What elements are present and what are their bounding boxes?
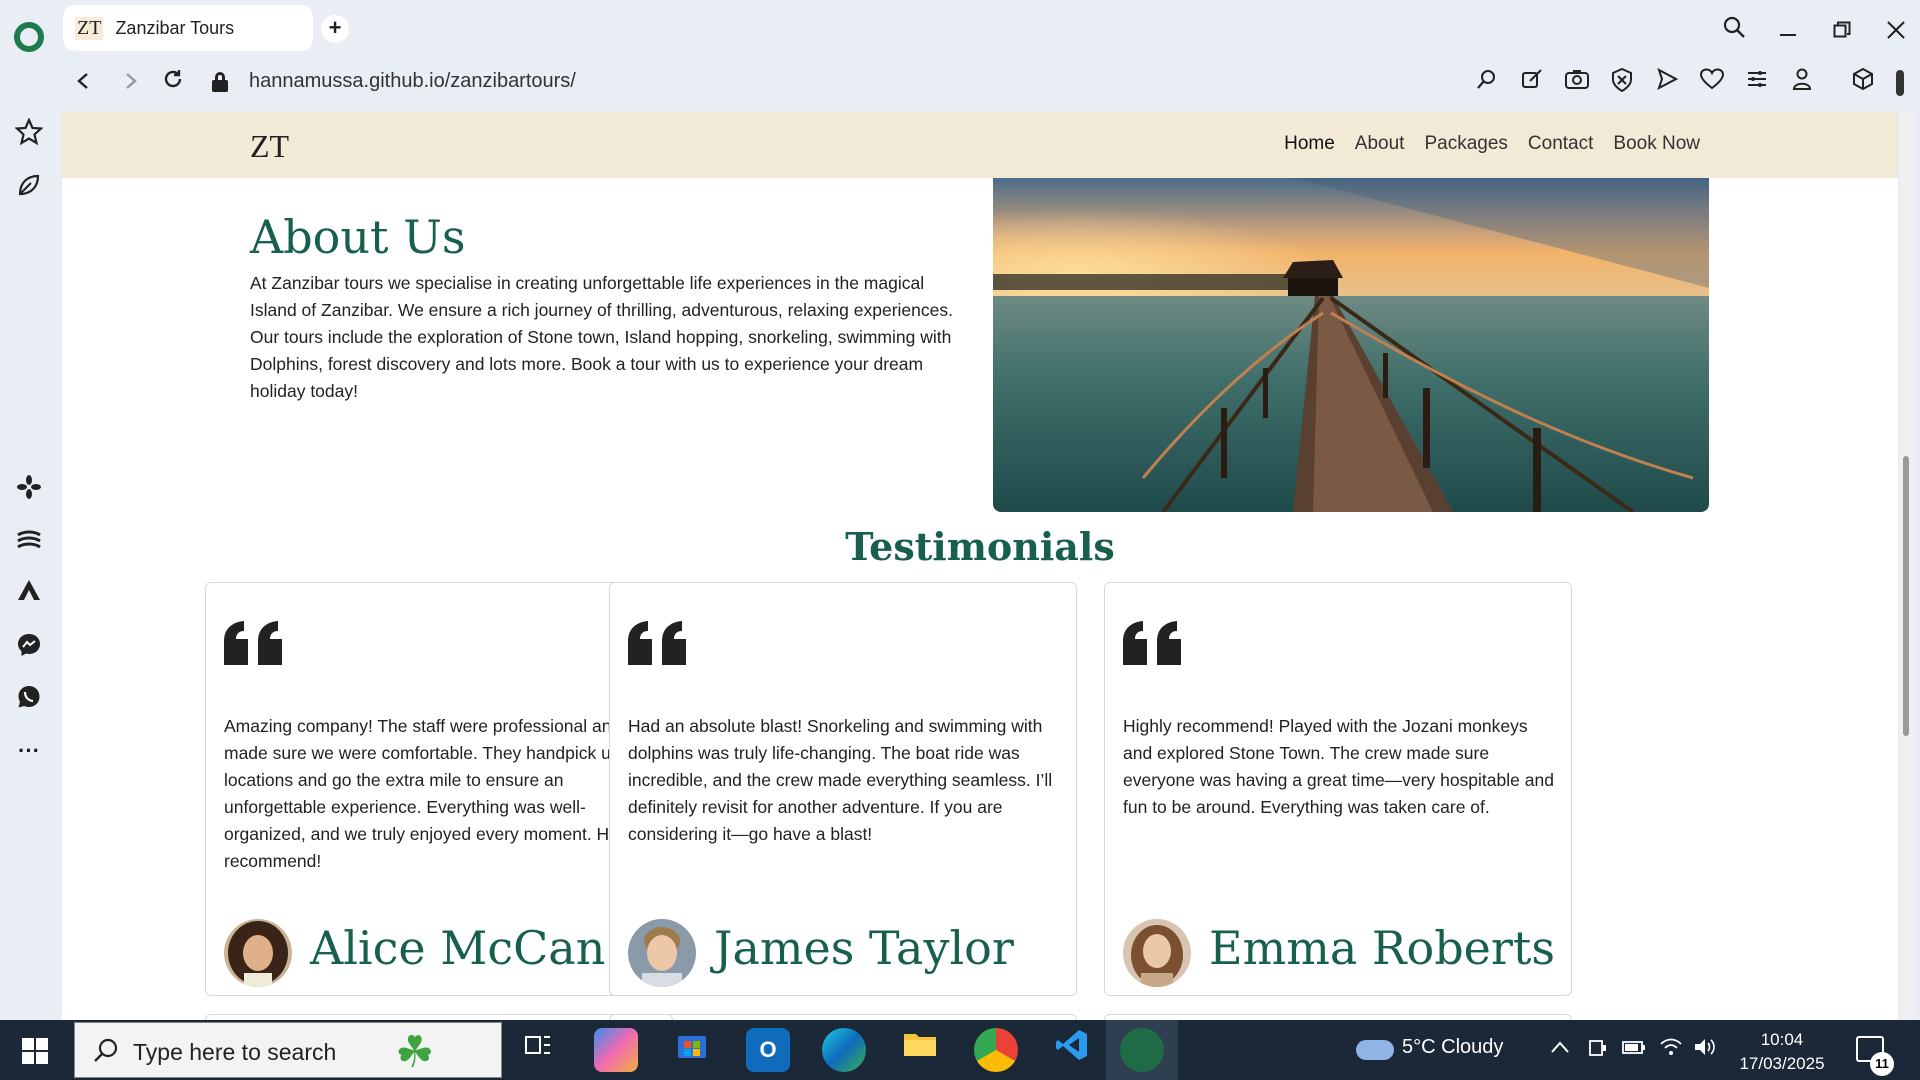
back-icon[interactable] [66, 66, 100, 100]
site-brand[interactable]: ZT [250, 128, 289, 165]
testimonial-text: Amazing company! The staff were professi… [224, 716, 654, 871]
browser-tab[interactable]: ZT Zanzibar Tours [63, 5, 313, 51]
share-icon[interactable] [1517, 68, 1547, 98]
nav-home[interactable]: Home [1284, 133, 1335, 155]
apps-icon[interactable] [12, 474, 46, 508]
vscode-icon[interactable] [1050, 1028, 1094, 1072]
site-navbar: ZT Home About Packages Contact Book Now [62, 112, 1898, 178]
battery-icon[interactable] [1622, 1038, 1646, 1061]
testimonial-name: James Taylor [714, 921, 1014, 975]
about-title: About Us [250, 210, 466, 264]
web-page: ZT Home About Packages Contact Book Now … [62, 112, 1898, 1020]
search-icon [93, 1037, 119, 1070]
extensions-icon[interactable] [1848, 67, 1878, 98]
opera-icon[interactable] [1120, 1028, 1164, 1072]
aria-ai-icon[interactable] [12, 578, 46, 612]
messenger-icon[interactable] [12, 632, 46, 666]
meet-now-icon[interactable] [1588, 1038, 1608, 1063]
about-text: At Zanzibar tours we specialise in creat… [250, 273, 953, 401]
tab-favicon: ZT [75, 16, 104, 40]
store-icon[interactable] [670, 1028, 714, 1072]
search-placeholder: Type here to search [133, 1039, 337, 1065]
pinboard-icon[interactable] [12, 117, 46, 152]
quote-icon [1123, 621, 1195, 675]
cloud-icon [1356, 1040, 1394, 1060]
aria-icon[interactable] [12, 172, 46, 206]
wifi-icon[interactable] [1660, 1038, 1682, 1061]
close-icon[interactable] [1876, 14, 1916, 50]
hero-pier-image [993, 178, 1709, 512]
clock-time: 10:04 [1760, 1030, 1804, 1049]
shamrock-icon: ☘ [395, 1028, 435, 1077]
nav-contact[interactable]: Contact [1528, 133, 1593, 155]
edge-icon[interactable] [822, 1028, 866, 1072]
account-icon[interactable] [1787, 68, 1817, 98]
easy-setup-icon[interactable] [1742, 68, 1772, 98]
nav-about[interactable]: About [1355, 133, 1405, 155]
avatar-alice [224, 919, 292, 987]
testimonial-name: Emma Roberts [1209, 921, 1555, 975]
testimonials-title: Testimonials [845, 524, 1115, 569]
avatar-emma [1123, 919, 1191, 987]
tab-title: Zanzibar Tours [115, 17, 235, 38]
clock-date: 17/03/2025 [1739, 1054, 1825, 1073]
more-icon[interactable]: ··· [12, 734, 46, 768]
browser-sidebar: ··· [0, 112, 62, 1020]
site-nav-links: Home About Packages Contact Book Now [1284, 133, 1700, 155]
opera-logo-icon[interactable] [14, 22, 44, 52]
testimonial-text: Highly recommend! Played with the Jozani… [1123, 716, 1554, 817]
whatsapp-icon[interactable] [12, 684, 46, 718]
minimize-icon[interactable] [1768, 14, 1808, 50]
start-button[interactable] [22, 1038, 48, 1064]
testimonial-card-alice: Amazing company! The staff were professi… [205, 582, 673, 996]
chevron-up-icon[interactable] [1550, 1038, 1570, 1059]
nav-book-now[interactable]: Book Now [1613, 133, 1700, 155]
browser-toolbar: ZT Zanzibar Tours + hannamussa.github.io… [0, 0, 1920, 112]
stack-icon[interactable] [12, 526, 46, 560]
search-tabs-icon[interactable] [1714, 14, 1754, 50]
quote-icon [224, 621, 296, 675]
reload-icon[interactable] [156, 66, 190, 100]
testimonial-text: Had an absolute blast! Snorkeling and sw… [628, 716, 1053, 844]
chrome-icon[interactable] [974, 1028, 1018, 1072]
quote-icon [628, 621, 700, 675]
taskbar-search[interactable]: Type here to search ☘ [74, 1022, 502, 1078]
adblock-icon[interactable] [1607, 67, 1637, 98]
task-view-icon[interactable] [516, 1028, 560, 1072]
weather-text[interactable]: 5°C Cloudy [1402, 1036, 1503, 1059]
new-tab-icon[interactable]: + [321, 15, 349, 43]
lock-icon[interactable] [212, 72, 228, 92]
restore-icon[interactable] [1822, 14, 1862, 50]
heart-icon[interactable] [1697, 68, 1727, 98]
volume-icon[interactable] [1694, 1038, 1716, 1061]
testimonial-card-james: Had an absolute blast! Snorkeling and sw… [609, 582, 1077, 996]
taskbar-clock[interactable]: 10:04 17/03/2025 [1722, 1028, 1842, 1076]
avatar-james [628, 919, 696, 987]
snapshot-icon[interactable] [1562, 68, 1592, 98]
windows-taskbar: Type here to search ☘ O 5°C Cloudy 10:04… [0, 1020, 1920, 1080]
outlook-icon[interactable]: O [746, 1028, 790, 1072]
page-scrollbar[interactable] [1900, 112, 1914, 1020]
testimonial-name: Alice McCan [310, 921, 606, 975]
notification-count: 11 [1870, 1052, 1894, 1076]
address-bar[interactable]: hannamussa.github.io/zanzibartours/ [249, 70, 576, 93]
testimonial-card-emma: Highly recommend! Played with the Jozani… [1104, 582, 1572, 996]
tab-scroll-handle[interactable] [1896, 70, 1904, 96]
send-icon[interactable] [1652, 67, 1682, 98]
file-explorer-icon[interactable] [898, 1028, 942, 1072]
lens-icon[interactable] [1472, 68, 1502, 98]
copilot-icon[interactable] [594, 1028, 638, 1072]
scrollbar-thumb[interactable] [1903, 456, 1909, 736]
forward-icon[interactable] [114, 66, 148, 100]
nav-packages[interactable]: Packages [1424, 133, 1507, 155]
